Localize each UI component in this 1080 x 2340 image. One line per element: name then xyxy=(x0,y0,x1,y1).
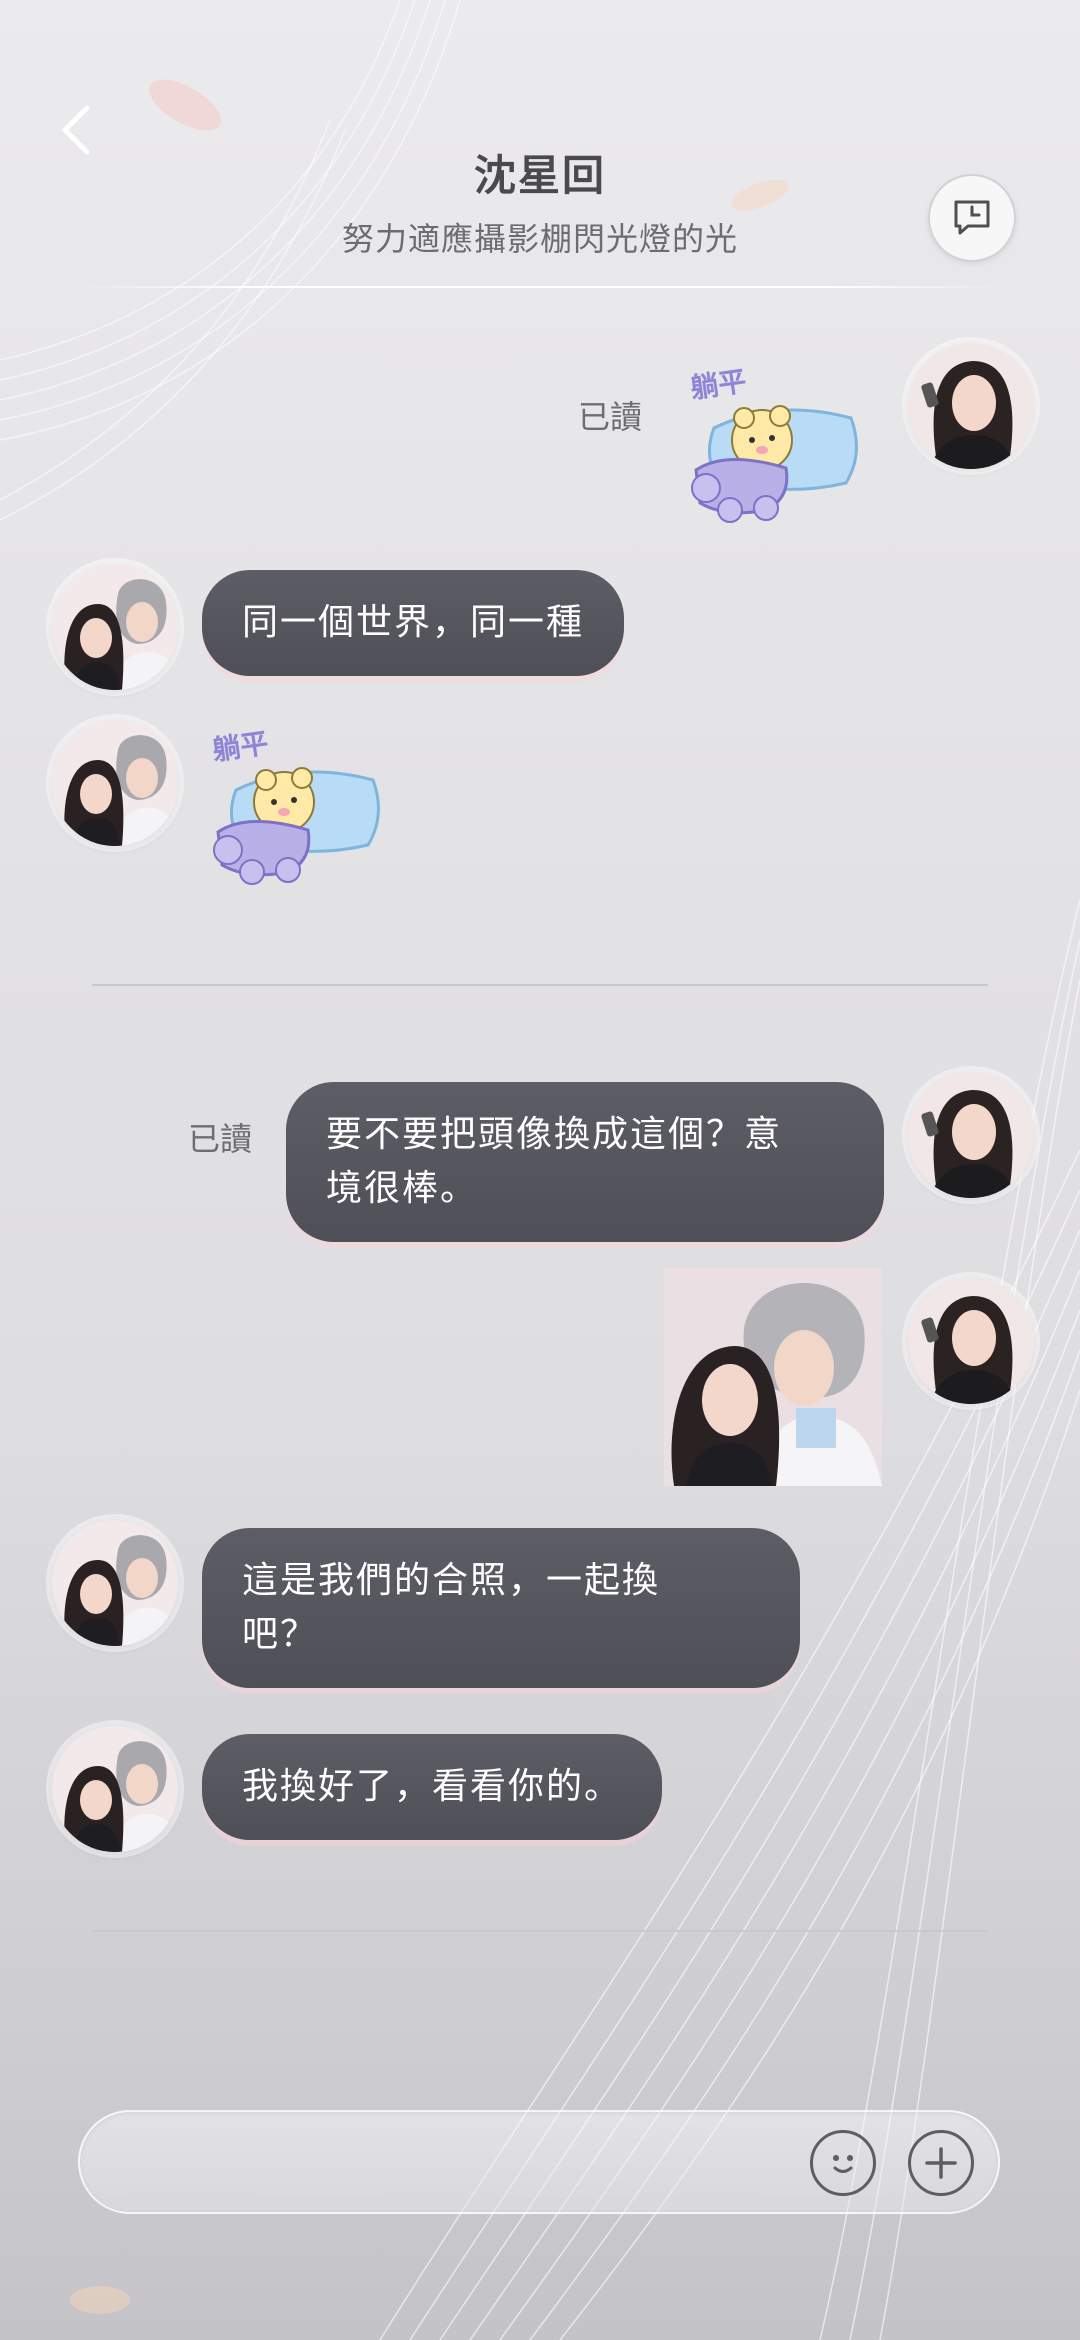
smiley-icon xyxy=(833,2155,853,2173)
emoji-button[interactable] xyxy=(810,2130,876,2196)
chat-header: 沈星回 努力適應攝影棚閃光燈的光 xyxy=(0,0,1080,290)
session-divider xyxy=(92,1930,988,1932)
message-text-line: 要不要把頭像換成這個？意 xyxy=(326,1114,783,1155)
message-text-line: 吧？ xyxy=(242,1614,319,1655)
message-input[interactable] xyxy=(120,2112,864,2214)
message-bubble-received[interactable]: 這是我們的合照，一起換 吧？ xyxy=(202,1528,800,1688)
user-avatar[interactable] xyxy=(908,1278,1034,1404)
chat-history-button[interactable] xyxy=(928,174,1016,262)
message-bubble-sent[interactable]: 要不要把頭像換成這個？意 境很棒。 xyxy=(286,1082,884,1242)
sticker-caption: 躺平 xyxy=(210,726,270,766)
chat-history-icon xyxy=(954,200,990,235)
couple-photo-image xyxy=(664,1268,882,1486)
session-divider xyxy=(92,984,988,986)
user-avatar[interactable] xyxy=(908,1072,1034,1198)
user-avatar[interactable] xyxy=(908,343,1034,469)
contact-avatar[interactable] xyxy=(52,564,178,690)
read-status: 已讀 xyxy=(188,1120,253,1158)
shared-photo[interactable] xyxy=(664,1268,882,1486)
sticker-bear-image: 躺平 xyxy=(688,364,858,523)
plus-icon xyxy=(925,2147,957,2179)
contact-avatar[interactable] xyxy=(52,1726,178,1852)
chat-subtitle: 努力適應攝影棚閃光燈的光 xyxy=(341,220,738,258)
header-divider xyxy=(70,286,1010,288)
add-attachment-button[interactable] xyxy=(908,2130,974,2196)
sticker-bear-image: 躺平 xyxy=(210,726,380,885)
message-bubble-received[interactable]: 同一個世界，同一種 xyxy=(202,570,625,676)
contact-avatar[interactable] xyxy=(52,1520,178,1646)
message-input-bar xyxy=(78,2110,1000,2214)
message-text: 我換好了，看看你的。 xyxy=(242,1766,623,1807)
contact-avatar[interactable] xyxy=(52,720,178,846)
sticker-lying-flat[interactable]: 躺平 xyxy=(208,720,388,892)
read-status: 已讀 xyxy=(578,398,643,436)
chat-title: 沈星回 xyxy=(473,151,606,200)
message-text: 同一個世界，同一種 xyxy=(242,602,585,643)
message-text-line: 境很棒。 xyxy=(326,1168,479,1209)
message-bubble-received[interactable]: 我換好了，看看你的。 xyxy=(202,1734,663,1840)
sticker-lying-flat[interactable]: 躺平 xyxy=(686,358,866,530)
message-text-line: 這是我們的合照，一起換 xyxy=(242,1560,661,1601)
sticker-caption: 躺平 xyxy=(688,364,748,404)
